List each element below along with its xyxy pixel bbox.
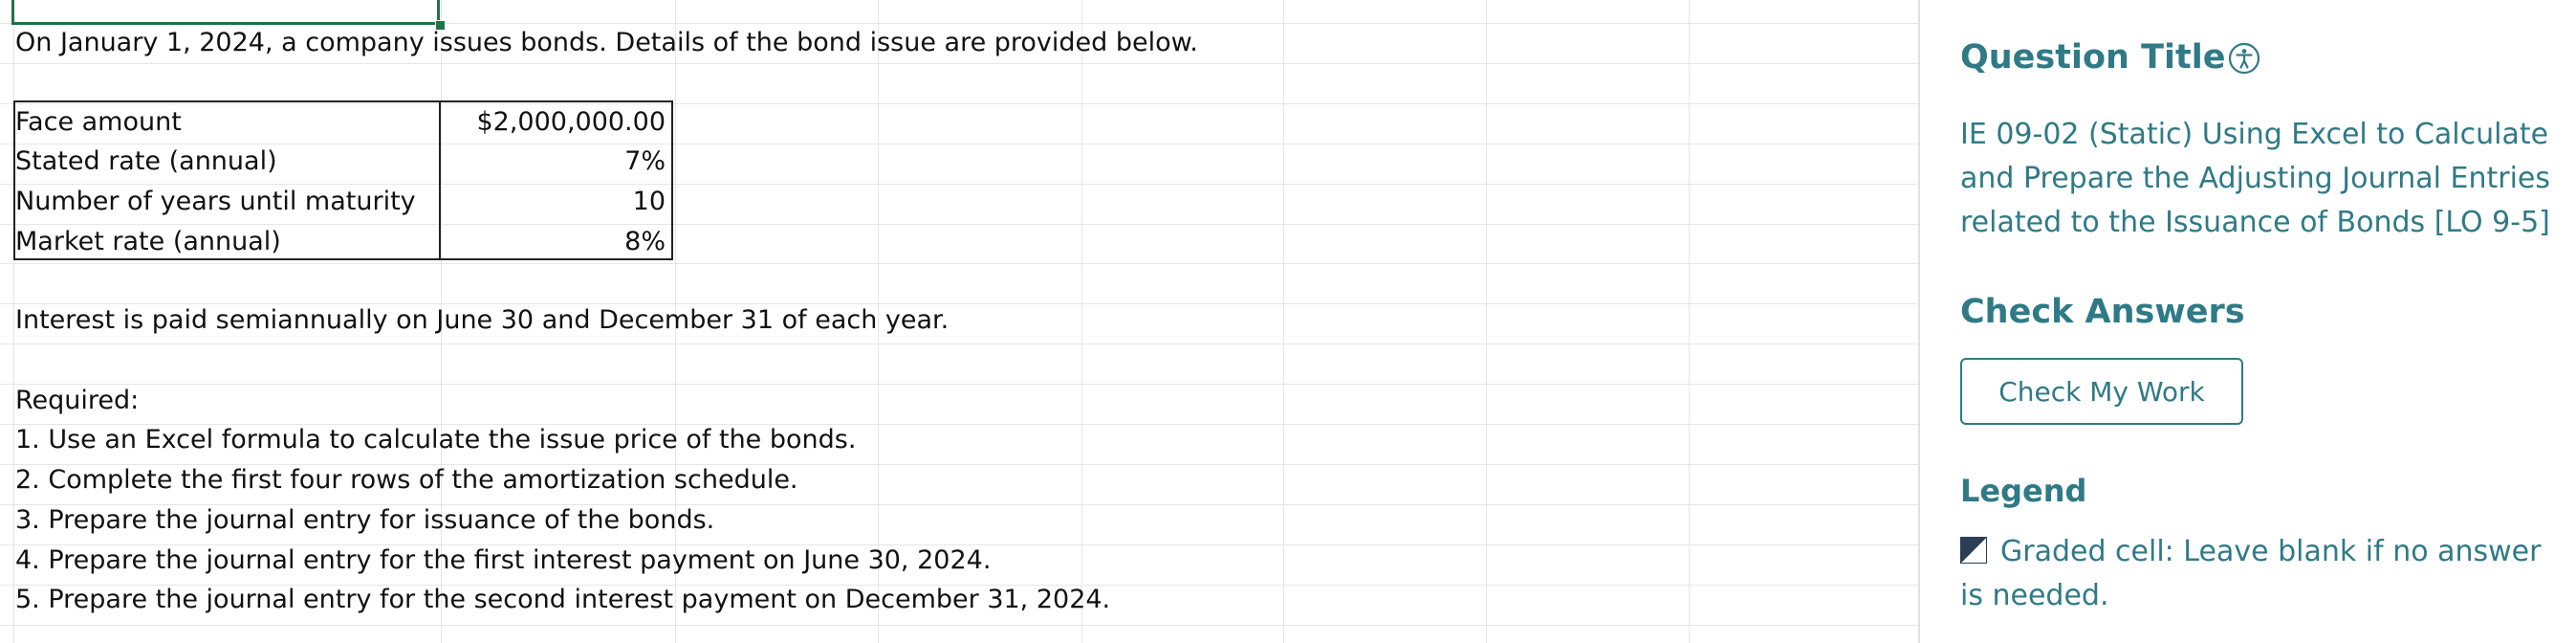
side-panel: Question Title IE 09-02 (Static) Using E… (1920, 0, 2576, 643)
detail-label-years-to-maturity: Number of years until maturity (15, 187, 416, 216)
grid-row-line (0, 263, 1918, 264)
required-item-4: 4. Prepare the journal entry for the fir… (15, 545, 992, 575)
question-title-text: IE 09-02 (Static) Using Excel to Calcula… (1960, 118, 2551, 239)
detail-label-face-amount: Face amount (15, 107, 182, 137)
required-item-2: 2. Complete the first four rows of the a… (15, 465, 798, 495)
required-item-5: 5. Prepare the journal entry for the sec… (15, 585, 1111, 614)
grid-row-line (0, 224, 1918, 225)
grid-row-line (0, 63, 1918, 64)
grid-row-line (0, 103, 1918, 104)
required-item-1: 1. Use an Excel formula to calculate the… (15, 425, 857, 455)
interest-note: Interest is paid semiannually on June 30… (15, 305, 950, 335)
grid-column-line (1081, 0, 1082, 643)
detail-label-stated-rate: Stated rate (annual) (15, 146, 277, 176)
grid-column-line (13, 0, 14, 643)
question-title-heading: Question Title (1960, 38, 2226, 77)
grid-column-line (1689, 0, 1690, 643)
grid-row-line (0, 625, 1918, 626)
legend-item-label: Graded cell: Leave blank if no answer is… (1960, 535, 2542, 612)
required-heading: Required: (15, 386, 140, 415)
check-answers-heading: Check Answers (1960, 293, 2245, 331)
detail-value-face-amount[interactable]: $2,000,000.00 (442, 103, 666, 142)
check-my-work-button[interactable]: Check My Work (1960, 358, 2243, 425)
detail-value-market-rate[interactable]: 8% (442, 223, 666, 261)
graded-cell-icon (1960, 537, 1987, 564)
detail-label-market-rate: Market rate (annual) (15, 227, 281, 256)
accessibility-icon[interactable] (2228, 42, 2260, 75)
detail-value-stated-rate[interactable]: 7% (442, 143, 666, 181)
required-item-3: 3. Prepare the journal entry for issuanc… (15, 505, 715, 535)
grid-column-line (1283, 0, 1284, 643)
legend-heading: Legend (1960, 473, 2087, 509)
detail-value-years-to-maturity[interactable]: 10 (442, 183, 666, 221)
intro-text: On January 1, 2024, a company issues bon… (15, 28, 1198, 57)
active-cell-selection (11, 0, 440, 25)
grid-column-line (1486, 0, 1487, 643)
grid-row-line (0, 384, 1918, 385)
legend-item-graded-cell: Graded cell: Leave blank if no answer is… (1960, 530, 2553, 618)
spreadsheet-area[interactable]: On January 1, 2024, a company issues bon… (0, 0, 1920, 643)
